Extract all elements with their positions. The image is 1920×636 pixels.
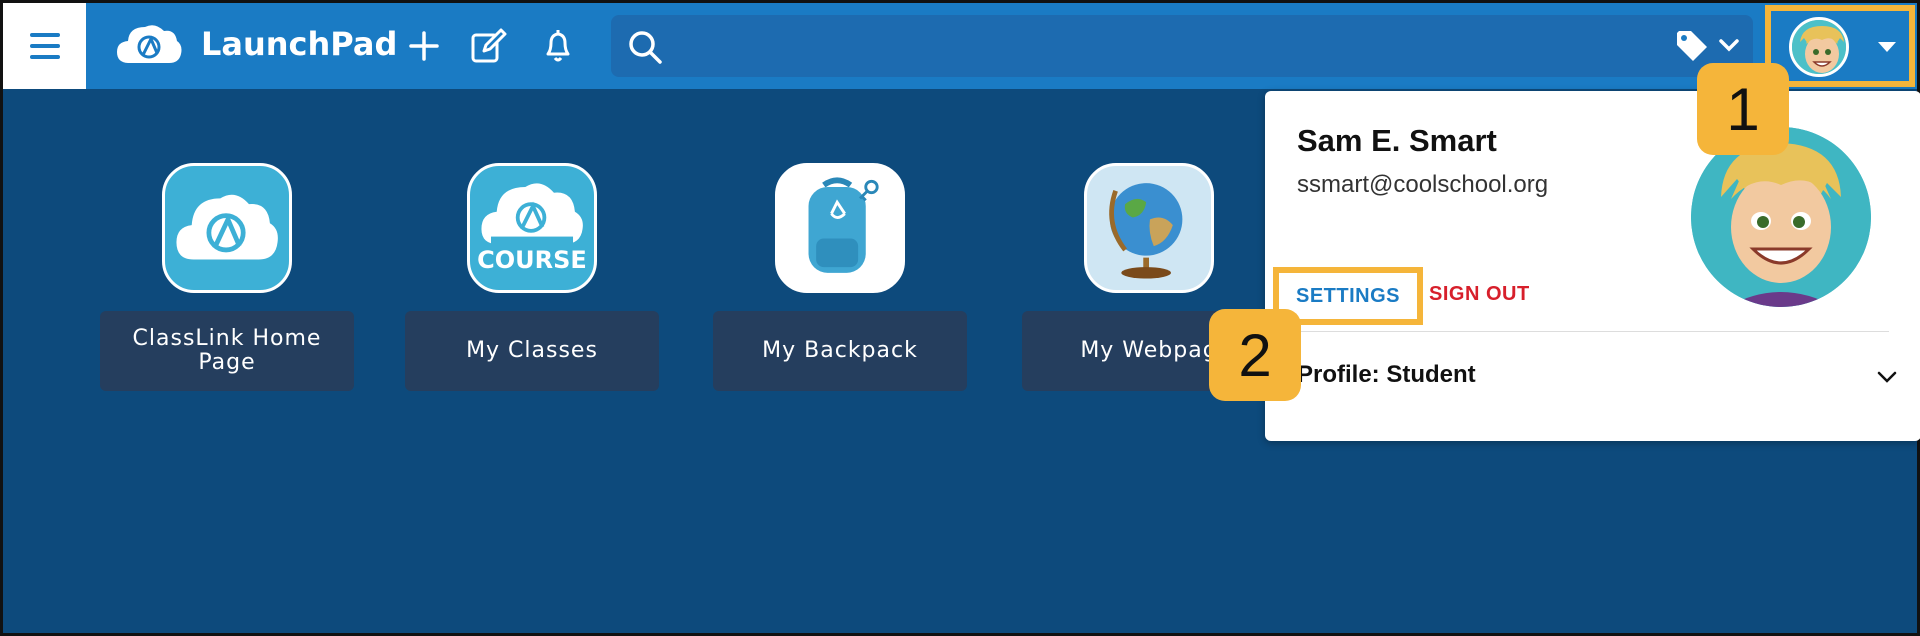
divider [1297,331,1889,332]
plus-icon[interactable] [405,27,443,65]
course-badge-text: COURSE [477,246,587,274]
profile-selector[interactable]: Profile: Student [1297,361,1897,401]
sign-out-link[interactable]: SIGN OUT [1429,283,1530,306]
profile-label: Profile: Student [1297,361,1476,388]
avatar [1789,17,1849,77]
app-label: My Backpack [713,311,967,391]
classlink-logo-icon [117,25,182,63]
backpack-icon [775,163,905,293]
user-dropdown-panel: Sam E. Smart ssmart@coolschool.org SETTI… [1265,91,1920,441]
callout-badge-one: 1 [1697,63,1789,155]
app-brand-title: LaunchPad [201,25,398,63]
search-icon [629,31,662,64]
app-label: My Classes [405,311,659,391]
search-bar[interactable] [611,15,1753,77]
menu-bar-icon [29,55,60,59]
menu-bar-icon [29,44,60,48]
menu-bar-icon [29,33,60,37]
course-cloud-icon: COURSE [467,163,597,293]
edit-icon[interactable] [469,27,507,65]
classlink-cloud-icon [162,163,292,293]
caret-down-icon [1878,42,1896,52]
callout-badge-two: 2 [1209,309,1301,401]
globe-icon [1084,163,1214,293]
user-email: ssmart@coolschool.org [1297,171,1549,198]
tag-filter-button[interactable] [1673,27,1743,65]
search-input[interactable] [671,27,1671,65]
chevron-down-icon [1877,371,1897,383]
app-label: ClassLink Home Page [100,311,354,391]
top-navigation-bar: LaunchPad [3,3,1917,89]
bell-icon[interactable] [539,27,577,65]
user-name: Sam E. Smart [1297,123,1497,158]
user-face-icon [1792,20,1846,74]
hamburger-menu-button[interactable] [3,3,86,89]
